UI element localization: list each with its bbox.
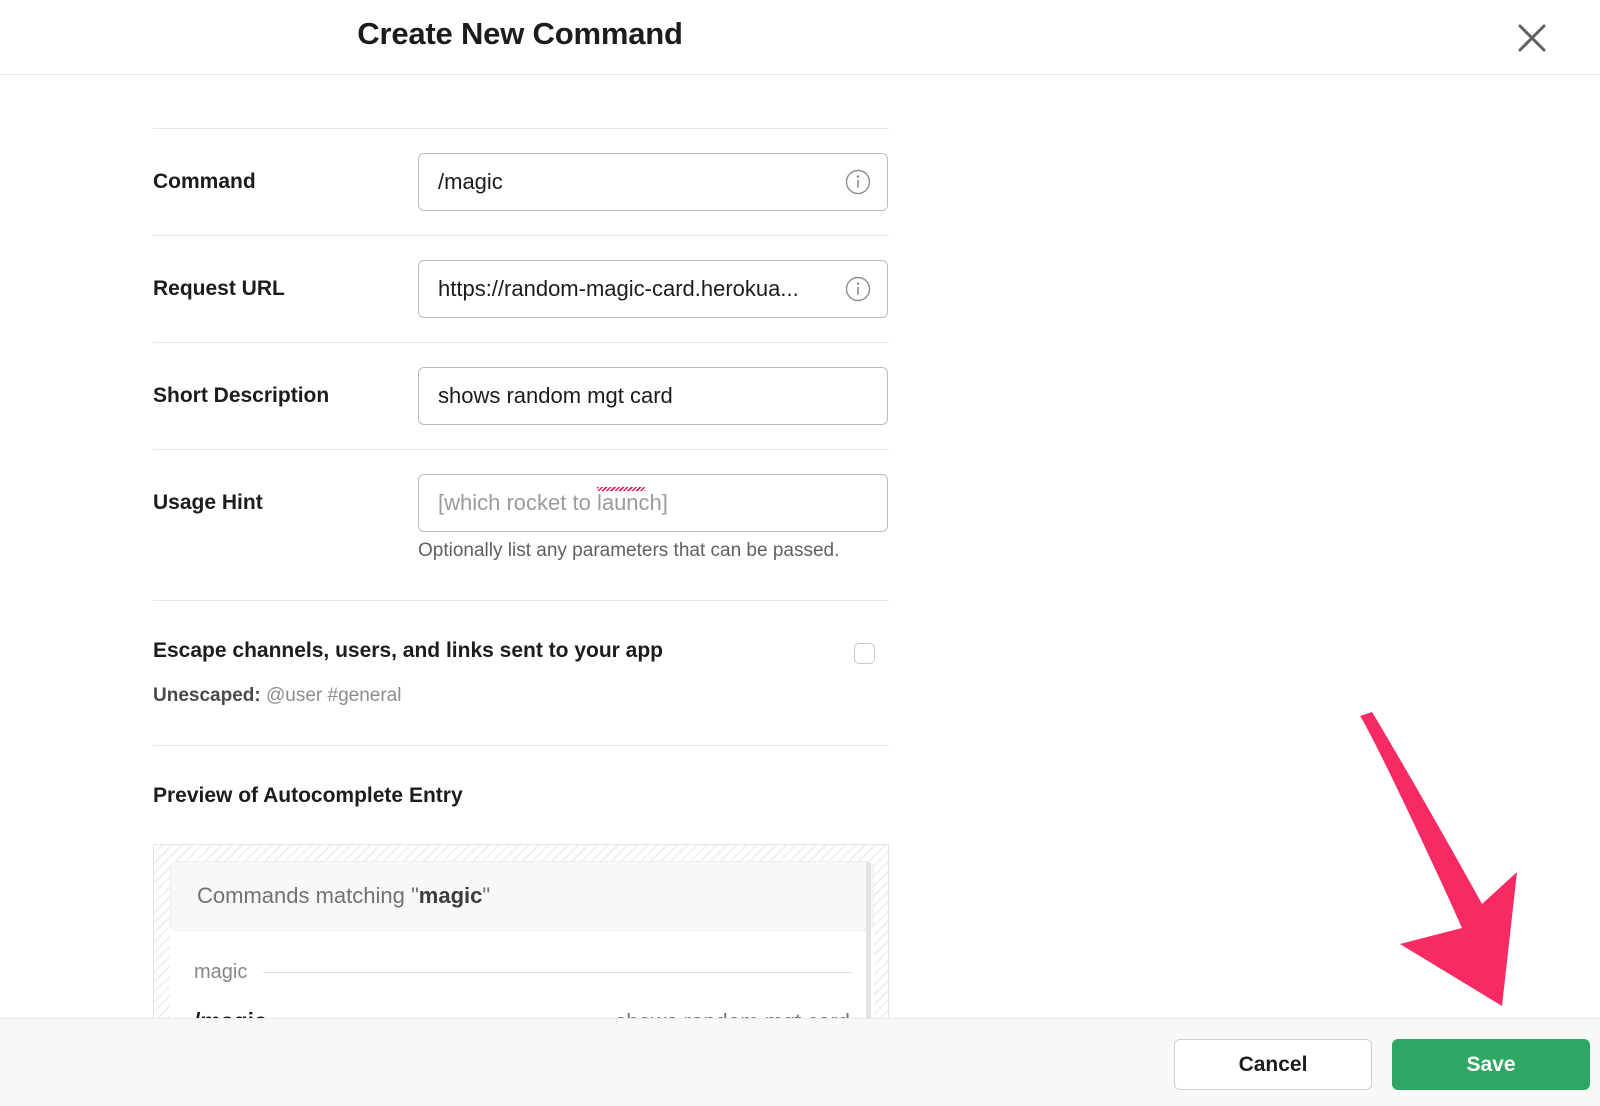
short-description-input[interactable] (418, 367, 888, 425)
field-label-request-url: Request URL (153, 277, 285, 300)
field-command: Command (153, 129, 889, 235)
field-request-url: Request URL (153, 236, 889, 342)
matching-suffix: " (482, 883, 491, 908)
close-icon[interactable] (1512, 18, 1552, 58)
field-label-command: Command (153, 170, 256, 193)
field-label-usage-hint: Usage Hint (153, 491, 263, 514)
field-usage-hint: Usage Hint (153, 450, 889, 556)
matching-prefix: Commands matching " (197, 883, 419, 908)
info-icon[interactable] (845, 276, 871, 302)
form-column: Command Request URL (153, 75, 889, 1018)
modal-body: Command Request URL (0, 75, 1600, 1018)
save-button[interactable]: Save (1392, 1039, 1590, 1090)
preview-heading: Preview of Autocomplete Entry (153, 784, 463, 807)
usage-hint-input-wrap (418, 474, 888, 532)
create-command-modal: Create New Command Command /magic Reques… (0, 0, 1600, 1106)
group-rule (263, 972, 852, 973)
info-icon[interactable] (845, 169, 871, 195)
list-item[interactable]: /magic shows random mgt card (170, 984, 874, 1018)
command-input[interactable] (418, 153, 888, 211)
request-url-input[interactable] (418, 260, 888, 318)
matching-term: magic (418, 883, 483, 908)
preview-inner-card: Commands matching "magic" magic /magic s… (170, 861, 874, 1018)
command-input-wrap (418, 153, 888, 211)
usage-hint-input[interactable] (418, 474, 888, 532)
autocomplete-command: /magic (194, 1008, 267, 1018)
preview-box: Commands matching "magic" magic /magic s… (153, 844, 889, 1018)
preview-scrollbar[interactable] (866, 862, 871, 1018)
escape-section: Escape channels, users, and links sent t… (153, 601, 889, 707)
autocomplete-group: magic (170, 931, 874, 984)
short-description-input-wrap (418, 367, 888, 425)
modal-footer: Cancel Save (0, 1018, 1600, 1106)
escape-sub-value: @user #general (265, 685, 402, 706)
cancel-button[interactable]: Cancel (1174, 1039, 1372, 1090)
modal-header: Create New Command (0, 0, 1600, 75)
request-url-input-wrap (418, 260, 888, 318)
escape-checkbox[interactable] (854, 643, 875, 664)
page-title: Create New Command (357, 16, 683, 51)
field-label-short-description: Short Description (153, 384, 330, 407)
escape-sub-label: Unescaped: (153, 685, 261, 706)
escape-subtext: Unescaped: @user #general (153, 685, 889, 707)
autocomplete-header: Commands matching " magic " (170, 861, 874, 931)
field-short-description: Short Description (153, 343, 889, 449)
autocomplete-description: shows random mgt card (615, 1009, 850, 1018)
escape-title: Escape channels, users, and links sent t… (153, 639, 663, 662)
autocomplete-group-label: magic (194, 961, 248, 983)
